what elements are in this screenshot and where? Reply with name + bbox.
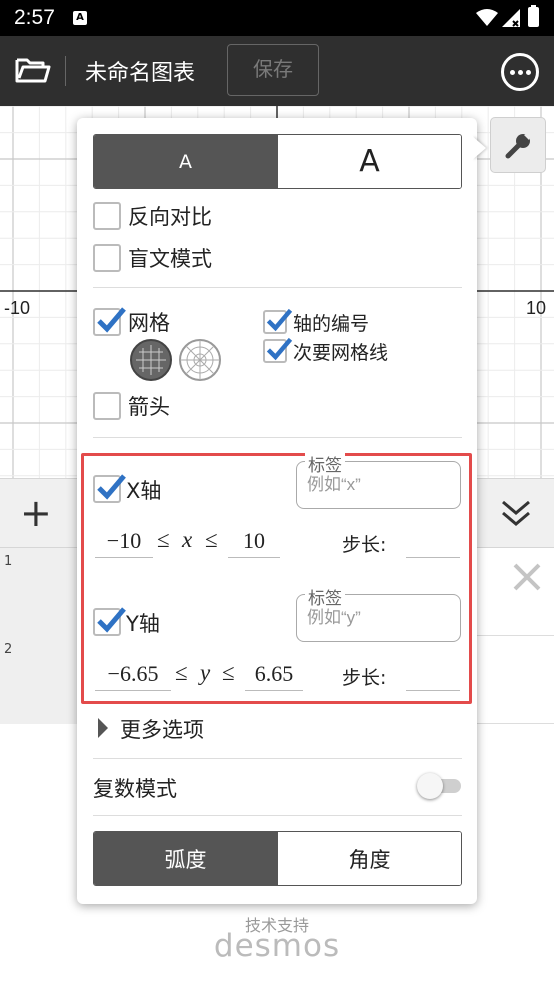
app-bar: 未命名图表 保存: [0, 36, 554, 106]
y-axis-variable: y: [200, 660, 211, 685]
x-axis-checkbox[interactable]: [93, 474, 126, 503]
complex-mode-label: 复数模式: [93, 777, 177, 801]
arrows-label: 箭头: [128, 395, 170, 419]
radians-button[interactable]: 弧度: [94, 832, 277, 885]
signal-icon: [502, 9, 520, 27]
divider: [93, 815, 462, 816]
notification-icon: A: [73, 11, 87, 25]
x-axis-min-input[interactable]: −10: [95, 526, 153, 558]
grid-label: 网格: [128, 311, 170, 335]
app-bar-divider: [65, 56, 66, 86]
x-axis-label: X轴: [126, 479, 162, 503]
y-axis-leq-2: ≤: [222, 660, 235, 685]
y-axis-checkbox[interactable]: [93, 607, 126, 636]
save-button[interactable]: 保存: [227, 44, 319, 96]
folder-open-icon[interactable]: [15, 56, 51, 84]
switch-knob: [417, 773, 443, 799]
cartesian-grid-icon[interactable]: [129, 338, 173, 382]
x-axis-leq-2: ≤: [205, 527, 218, 552]
more-options-toggle[interactable]: 更多选项: [120, 714, 204, 744]
divider: [93, 758, 462, 759]
x-axis-variable: x: [182, 527, 193, 552]
polar-grid-icon[interactable]: [178, 338, 222, 382]
expression-index: 2: [0, 636, 78, 724]
reverse-contrast-label: 反向对比: [128, 205, 212, 229]
wrench-icon: [505, 132, 532, 159]
y-axis-step-label: 步长:: [342, 667, 387, 689]
x-axis-step-input[interactable]: [406, 526, 460, 558]
status-time: 2:57: [14, 6, 55, 29]
text-size-large-button[interactable]: A: [277, 135, 461, 188]
complex-mode-switch[interactable]: [417, 773, 463, 799]
expand-triangle-icon[interactable]: [97, 717, 109, 739]
y-axis-step-input[interactable]: [406, 659, 460, 691]
text-size-small-button[interactable]: A: [94, 135, 277, 188]
reverse-contrast-checkbox[interactable]: [93, 202, 121, 230]
battery-icon: [528, 5, 539, 27]
x-axis-label-field[interactable]: 标签: [296, 451, 461, 509]
divider: [93, 287, 462, 288]
grid-checkbox[interactable]: [93, 307, 126, 336]
minor-gridlines-checkbox[interactable]: [263, 337, 293, 363]
graph-title[interactable]: 未命名图表: [85, 55, 195, 87]
delete-expression-icon[interactable]: [512, 562, 542, 592]
axis-numbers-checkbox[interactable]: [263, 308, 293, 334]
text-size-toggle: A A: [93, 134, 462, 189]
x-axis-tick-min: -10: [4, 298, 31, 318]
checkmark-icon: [97, 474, 126, 500]
graph-settings-button[interactable]: [490, 117, 546, 173]
degrees-button[interactable]: 角度: [277, 832, 461, 885]
checkmark-icon: [97, 307, 126, 333]
y-axis-leq-1: ≤: [175, 660, 188, 685]
desmos-logo: desmos: [213, 928, 341, 964]
expression-index: 1: [0, 548, 78, 636]
panel-pointer: [472, 136, 486, 160]
y-axis-label: Y轴: [126, 612, 160, 636]
minor-gridlines-label: 次要网格线: [293, 342, 389, 364]
braille-mode-checkbox[interactable]: [93, 244, 121, 272]
x-axis-max-input[interactable]: 10: [228, 526, 280, 558]
x-axis-label-input[interactable]: [307, 472, 447, 498]
more-options-icon[interactable]: [501, 53, 539, 91]
add-expression-button[interactable]: +: [20, 493, 52, 533]
x-axis-leq-1: ≤: [157, 527, 170, 552]
x-axis-step-label: 步长:: [342, 534, 387, 556]
wifi-icon: [476, 9, 498, 26]
status-bar: 2:57 A: [0, 0, 554, 36]
axis-numbers-label: 轴的编号: [293, 313, 370, 335]
collapse-list-icon[interactable]: [500, 498, 532, 528]
y-axis-label-field[interactable]: 标签: [296, 584, 461, 642]
braille-mode-label: 盲文模式: [128, 247, 212, 271]
checkmark-icon: [266, 337, 293, 361]
y-axis-label-input[interactable]: [307, 605, 447, 631]
y-axis-max-input[interactable]: 6.65: [245, 659, 303, 691]
arrows-checkbox[interactable]: [93, 392, 121, 420]
x-axis-tick-max: 10: [526, 298, 547, 318]
checkmark-icon: [97, 607, 126, 633]
angle-units-toggle: 弧度 角度: [93, 831, 462, 886]
y-axis-min-input[interactable]: −6.65: [95, 659, 171, 691]
checkmark-icon: [266, 308, 293, 332]
divider: [93, 437, 462, 438]
